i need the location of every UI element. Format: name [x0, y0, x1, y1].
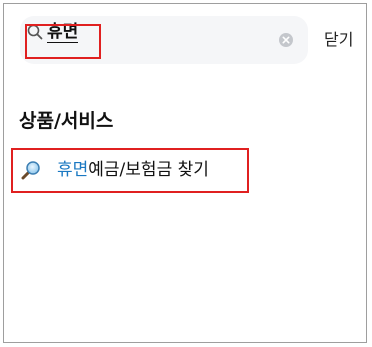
close-button[interactable]: 닫기: [324, 28, 353, 52]
magnifier-glass-icon: [21, 160, 41, 180]
clear-icon[interactable]: [278, 32, 294, 48]
search-query-highlight-box: [25, 24, 101, 59]
search-result-rest: 예금/보험금 찾기: [88, 160, 209, 180]
section-title: 상품/서비스: [19, 110, 114, 132]
search-result-label: 휴면예금/보험금 찾기: [57, 157, 209, 183]
search-result-item[interactable]: 휴면예금/보험금 찾기: [11, 148, 249, 193]
search-panel: 휴면 닫기 상품/서비스 휴면예금/보험금 찾기: [3, 3, 367, 343]
search-result-highlight: 휴면: [57, 160, 89, 180]
search-bar[interactable]: 휴면: [20, 16, 308, 64]
